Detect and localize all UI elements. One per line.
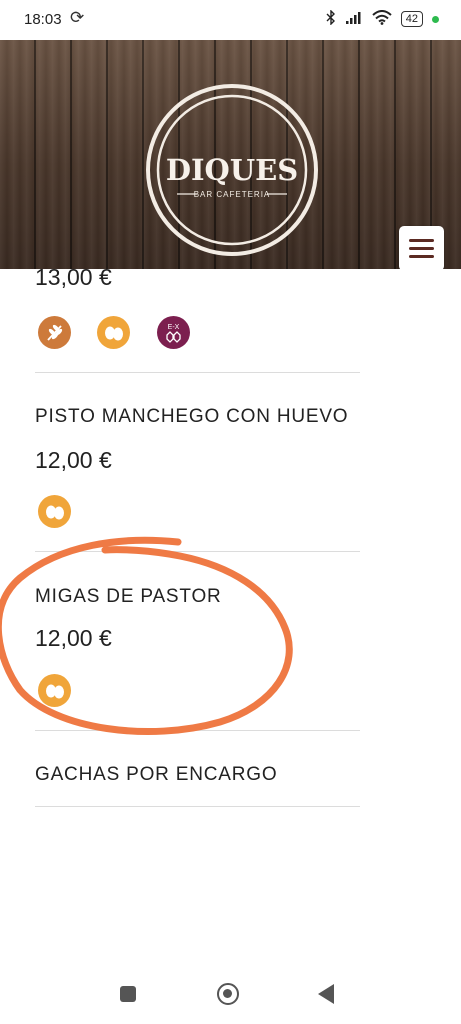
gluten-icon bbox=[38, 316, 71, 349]
item-price: 12,00 € bbox=[35, 447, 112, 473]
list-item-price-row: 12,00 € bbox=[35, 625, 360, 652]
egg-icon bbox=[38, 495, 71, 528]
privacy-dot-icon bbox=[432, 15, 439, 23]
hamburger-menu-button[interactable] bbox=[399, 226, 444, 269]
bluetooth-icon bbox=[326, 9, 336, 28]
divider bbox=[35, 372, 360, 373]
divider bbox=[35, 806, 360, 807]
status-icons: 42 bbox=[326, 9, 439, 28]
list-item: 13,00 € bbox=[35, 264, 360, 291]
site-header: DIQUES BAR CAFETERIA bbox=[0, 40, 461, 269]
logo-brand: DIQUES bbox=[166, 153, 298, 187]
recents-icon[interactable] bbox=[120, 986, 136, 1002]
svg-text:E-X: E-X bbox=[168, 324, 180, 331]
system-nav-bar bbox=[0, 960, 461, 1024]
list-item: MIGAS DE PASTOR bbox=[35, 586, 360, 608]
divider bbox=[35, 730, 360, 731]
divider bbox=[35, 551, 360, 552]
item-price: 12,00 € bbox=[35, 625, 112, 651]
item-name: GACHAS POR ENCARGO bbox=[35, 764, 278, 785]
back-icon[interactable] bbox=[318, 984, 334, 1004]
diques-logo[interactable]: DIQUES BAR CAFETERIA bbox=[142, 80, 322, 260]
item-price: 13,00 € bbox=[35, 264, 112, 290]
sulfites-icon: E-X bbox=[157, 316, 190, 349]
list-item: GACHAS POR ENCARGO bbox=[35, 764, 360, 786]
item-name: PISTO MANCHEGO CON HUEVO bbox=[35, 406, 349, 427]
wifi-icon bbox=[372, 10, 392, 28]
list-item: PISTO MANCHEGO CON HUEVO bbox=[35, 406, 360, 428]
egg-icon bbox=[38, 674, 71, 707]
item-name: MIGAS DE PASTOR bbox=[35, 586, 222, 607]
status-time: 18:03 bbox=[24, 11, 62, 28]
logo-tagline: BAR CAFETERIA bbox=[194, 190, 271, 199]
hamburger-icon bbox=[409, 239, 434, 242]
egg-icon bbox=[97, 316, 130, 349]
status-bar: 18:03 ⟳ 42 bbox=[0, 0, 461, 40]
sync-icon: ⟳ bbox=[70, 8, 85, 27]
home-icon[interactable] bbox=[217, 983, 239, 1005]
signal-icon bbox=[345, 11, 363, 28]
battery-indicator: 42 bbox=[400, 11, 423, 27]
list-item-price-row: 12,00 € bbox=[35, 447, 360, 474]
